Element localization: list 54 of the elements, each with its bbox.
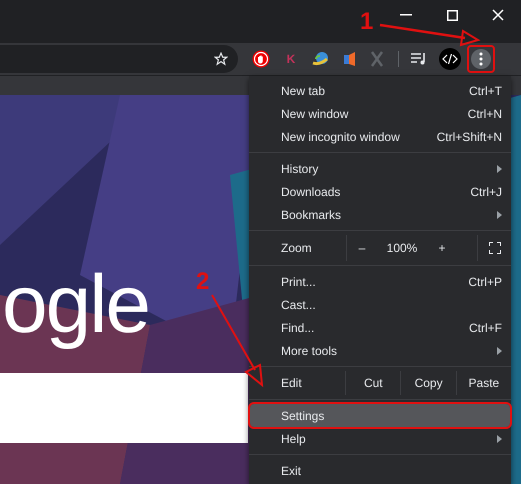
edit-action-button[interactable]: Paste xyxy=(456,371,511,395)
code-icon[interactable] xyxy=(439,48,461,70)
zoom-out-button[interactable]: – xyxy=(347,235,377,261)
globe-download-icon[interactable] xyxy=(312,51,330,67)
menu-item[interactable]: New tab Ctrl+T xyxy=(250,79,510,102)
menu-item[interactable]: Bookmarks xyxy=(250,203,510,226)
zoom-label: Zoom xyxy=(280,240,313,257)
shortcut-label: Ctrl+T xyxy=(469,82,502,100)
menu-item-label: Print... xyxy=(281,274,316,290)
menu-item-label: Cast... xyxy=(281,296,316,314)
edit-action-button[interactable]: Copy xyxy=(400,371,456,395)
menu-item[interactable]: Find... Ctrl+F xyxy=(250,316,510,339)
menu-item[interactable]: Print... Ctrl+P xyxy=(250,270,510,293)
shortcut-label: Ctrl+J xyxy=(470,184,502,200)
annotation-number: 2 xyxy=(196,267,210,297)
menu-item-label: Exit xyxy=(281,462,302,480)
menu-item-label: Downloads xyxy=(281,184,340,200)
menu-item[interactable]: New incognito window Ctrl+Shift+N xyxy=(250,125,510,148)
menu-item-label: Find... xyxy=(281,320,314,336)
flag-icon[interactable] xyxy=(344,51,356,67)
menu-item-label: Bookmarks xyxy=(281,206,342,224)
edit-action-button[interactable]: Cut xyxy=(345,371,400,395)
menu-item-label: New tab xyxy=(281,82,326,100)
shortcut-label: Ctrl+Shift+N xyxy=(436,128,502,146)
shortcut-label: Ctrl+F xyxy=(469,320,502,336)
zoom-level: 100% xyxy=(386,240,418,257)
edit-label: Edit xyxy=(280,375,303,392)
menu-item-label: New incognito window xyxy=(281,128,400,146)
menu-item-label: More tools xyxy=(281,342,338,360)
shortcut-label: Ctrl+P xyxy=(468,274,502,290)
shortcut-label: Ctrl+N xyxy=(468,106,502,122)
menu-item-label: Help xyxy=(281,430,306,448)
menu-item[interactable]: Settings xyxy=(250,404,510,427)
maximize-icon xyxy=(446,10,458,20)
hand-stop-icon[interactable] xyxy=(252,50,270,68)
menu-item[interactable]: New window Ctrl+N xyxy=(250,102,510,125)
menu-item[interactable]: Exit xyxy=(250,459,510,482)
zoom-in-button[interactable]: + xyxy=(427,235,457,261)
menu-button[interactable] xyxy=(467,45,495,73)
menu-item[interactable]: History xyxy=(250,157,510,180)
menu-item-label: Settings xyxy=(281,408,324,424)
minimize-icon xyxy=(400,14,412,16)
close-icon xyxy=(492,9,504,21)
star-icon[interactable] xyxy=(214,52,228,66)
menu-item-label: New window xyxy=(281,106,348,122)
menu-item-label: History xyxy=(281,160,318,178)
menu-item[interactable]: Help xyxy=(250,427,510,450)
playlist-music-icon[interactable] xyxy=(411,52,427,66)
more-vertical-icon xyxy=(471,49,491,69)
annotation-number: 1 xyxy=(360,7,374,37)
menu-item[interactable]: More tools xyxy=(250,339,510,362)
menu-item[interactable]: Cast... xyxy=(250,293,510,316)
fullscreen-icon xyxy=(488,242,500,254)
menu-item[interactable]: Downloads Ctrl+J xyxy=(250,180,510,203)
